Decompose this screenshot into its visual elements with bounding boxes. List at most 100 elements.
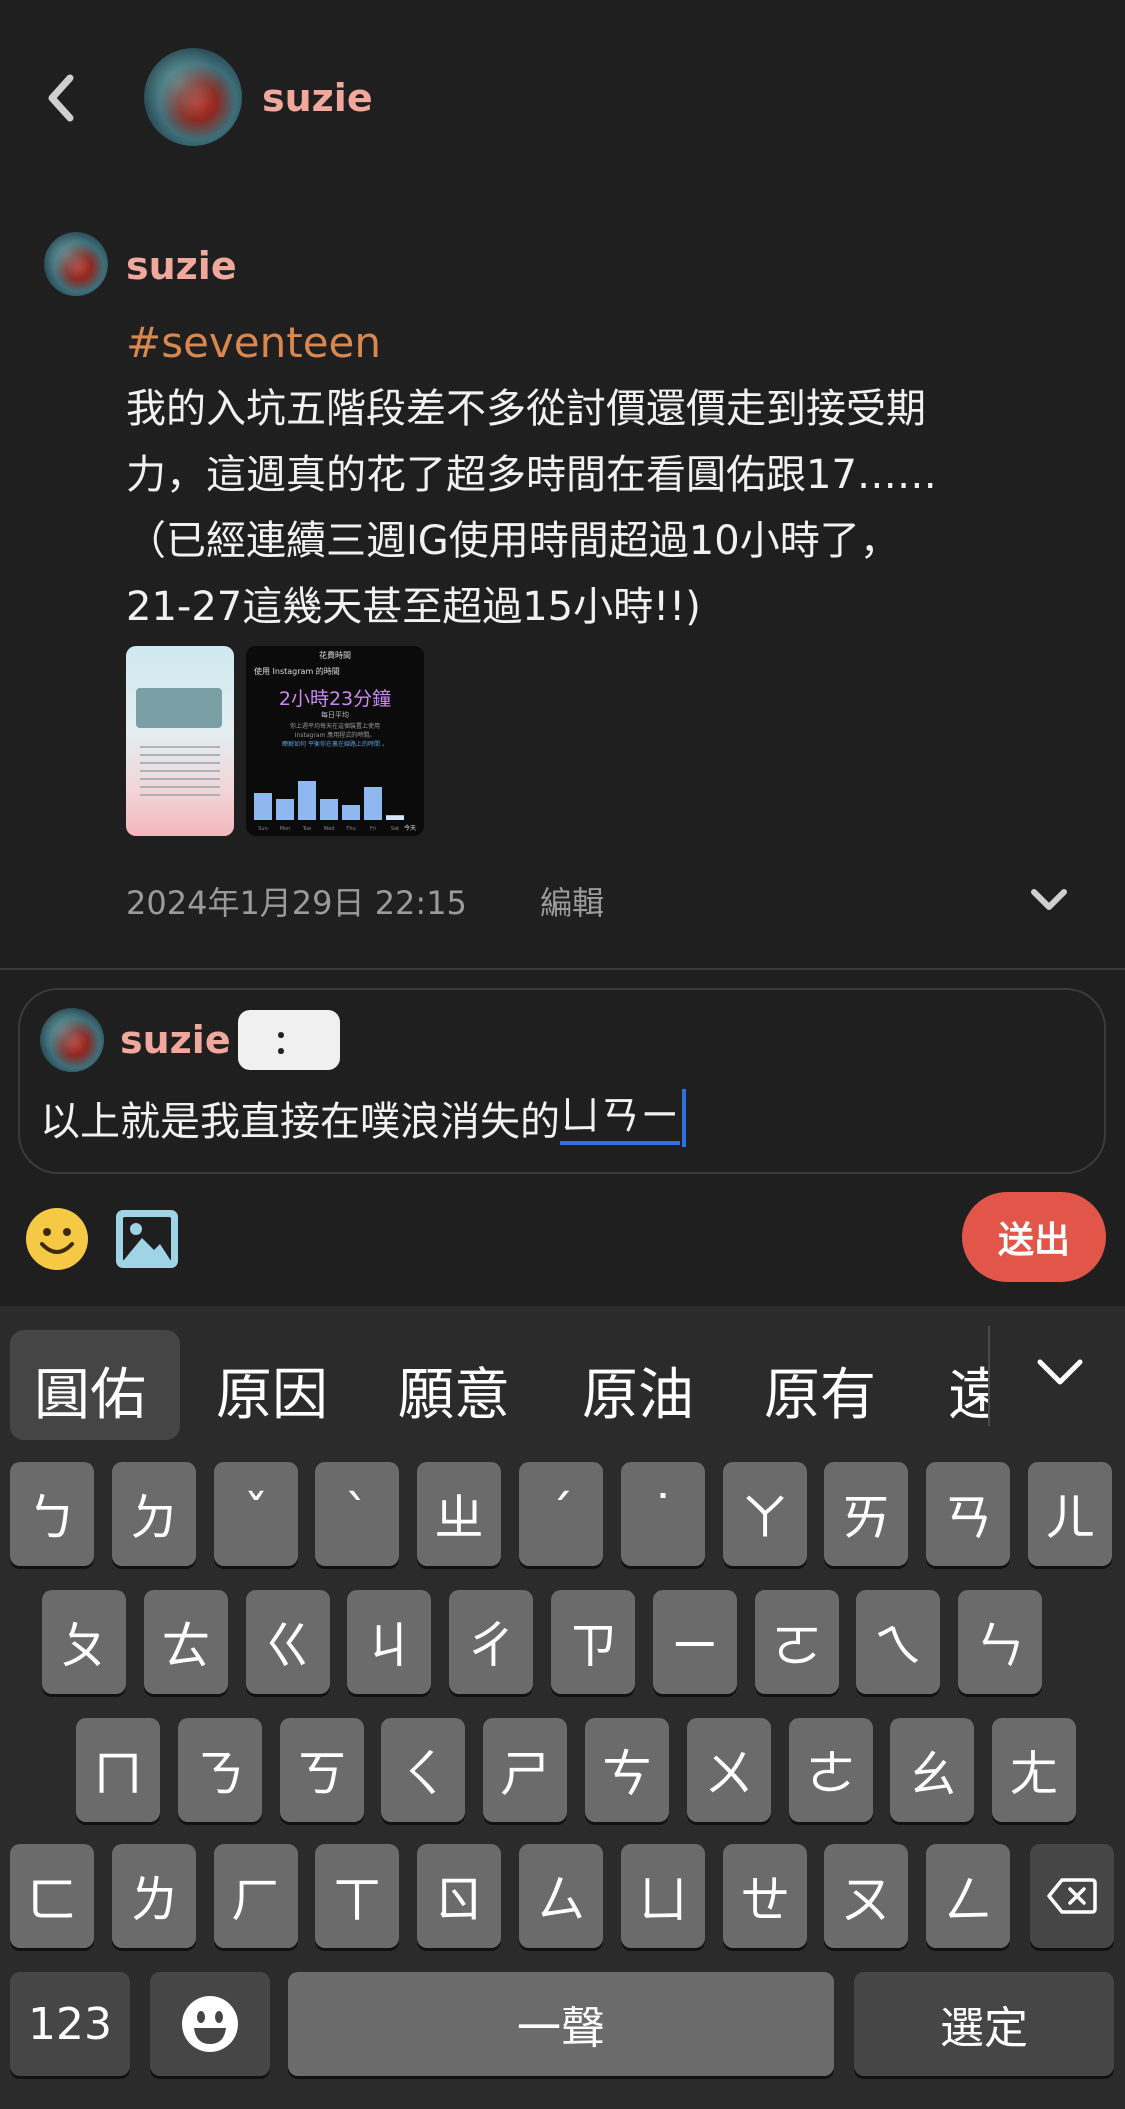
select-key-label: 選定 <box>940 2003 1028 2054</box>
chevron-down-icon <box>1037 1359 1083 1385</box>
usage-day-label: Sun <box>258 826 268 832</box>
bopomofo-key[interactable]: ㄍ <box>246 1590 330 1694</box>
bopomofo-key[interactable]: ㄛ <box>755 1590 839 1694</box>
smiley-icon <box>26 1208 88 1270</box>
candidate-word[interactable]: 原油 <box>582 1350 694 1431</box>
candidate-word[interactable]: 願意 <box>398 1350 510 1431</box>
text-cursor <box>682 1089 686 1147</box>
bopomofo-key[interactable]: ˊ <box>519 1462 603 1566</box>
bopomofo-key[interactable]: ㄅ <box>10 1462 94 1566</box>
bopomofo-key[interactable]: ˋ <box>315 1462 399 1566</box>
bopomofo-key[interactable]: ㄦ <box>1028 1462 1112 1566</box>
usage-bar <box>320 799 338 820</box>
qualifier-button[interactable]: ： <box>238 1010 340 1070</box>
candidate-word[interactable]: 遠 <box>948 1350 988 1431</box>
chevron-down-icon <box>1031 889 1067 910</box>
select-key[interactable]: 選定 <box>854 1972 1114 2076</box>
usage-day-label: Mon <box>280 826 291 832</box>
header-avatar[interactable] <box>144 48 242 146</box>
bopomofo-key[interactable]: ㄢ <box>926 1462 1010 1566</box>
bopomofo-key[interactable]: ㄠ <box>890 1718 974 1822</box>
bopomofo-key[interactable]: ㄉ <box>112 1462 196 1566</box>
usage-bar-chart: Sun Mon Tue Wed Thu Fri Sat 今天 <box>254 781 416 832</box>
post-text: 我的入坑五階段差不多從討價還價走到接受期 力，這週真的花了超多時間在看圓佑跟17… <box>126 376 1086 640</box>
post-line: 21-27這幾天甚至超過15小時!!) <box>126 584 701 630</box>
bopomofo-key[interactable]: ㄙ <box>519 1844 603 1948</box>
candidate-word[interactable]: 原因 <box>216 1350 328 1431</box>
image-attach-button[interactable] <box>114 1208 180 1270</box>
bopomofo-key[interactable]: ㄑ <box>381 1718 465 1822</box>
header-username[interactable]: suzie <box>262 76 373 120</box>
bopomofo-key[interactable]: ㄓ <box>417 1462 501 1566</box>
emoji-icon <box>182 1996 238 2052</box>
usage-bar <box>298 781 316 820</box>
post-image-thumbnail-2[interactable]: 花費時間 使用 Instagram 的時間 2小時23分鐘 每日平均 你上週平均… <box>246 646 424 836</box>
candidate-word[interactable]: 原有 <box>764 1350 876 1431</box>
usage-day-label: Thu <box>345 826 355 832</box>
usage-bar <box>276 799 294 820</box>
usage-day-label: Wed <box>324 826 335 832</box>
bopomofo-key[interactable]: ㄋ <box>178 1718 262 1822</box>
numbers-key[interactable]: 123 <box>10 1972 130 2076</box>
bopomofo-key[interactable]: ㄧ <box>653 1590 737 1694</box>
back-button[interactable] <box>40 68 84 128</box>
bopomofo-key[interactable]: ㄥ <box>926 1844 1010 1948</box>
backspace-key[interactable] <box>1030 1844 1114 1948</box>
post-line: （已經連續三週IG使用時間超過10小時了， <box>126 518 900 564</box>
send-label: 送出 <box>997 1220 1070 1261</box>
bopomofo-key[interactable]: ㄚ <box>723 1462 807 1566</box>
bopomofo-key[interactable]: ㄎ <box>280 1718 364 1822</box>
send-button[interactable]: 送出 <box>962 1192 1106 1282</box>
bopomofo-key[interactable]: ㄜ <box>789 1718 873 1822</box>
expand-button[interactable] <box>1026 880 1072 920</box>
expand-candidates-button[interactable] <box>1030 1350 1090 1396</box>
bopomofo-key[interactable]: ㄗ <box>551 1590 635 1694</box>
bopomofo-key[interactable]: ㄘ <box>585 1718 669 1822</box>
bopomofo-key[interactable]: ㄈ <box>10 1844 94 1948</box>
backspace-icon <box>1047 1878 1097 1914</box>
divider <box>0 968 1125 970</box>
bopomofo-key[interactable]: ㄐ <box>347 1590 431 1694</box>
post-hashtag[interactable]: #seventeen <box>126 318 381 367</box>
reply-text-input[interactable]: 以上就是我直接在噗浪消失的 ㄩㄢㄧ <box>40 1088 686 1148</box>
bopomofo-key[interactable]: ㄣ <box>958 1590 1042 1694</box>
bopomofo-key[interactable]: ㄇ <box>76 1718 160 1822</box>
bopomofo-key[interactable]: ㄒ <box>315 1844 399 1948</box>
reply-text: 以上就是我直接在噗浪消失的 <box>40 1099 560 1145</box>
bopomofo-key[interactable]: ˇ <box>214 1462 298 1566</box>
bopomofo-key[interactable]: ㄨ <box>687 1718 771 1822</box>
usage-day-label: Tue <box>302 826 312 832</box>
bopomofo-key[interactable]: ㄡ <box>824 1844 908 1948</box>
candidate-separator <box>988 1326 990 1426</box>
numbers-key-label: 123 <box>28 1998 112 2050</box>
thumbnail-text-block <box>140 746 220 796</box>
emoji-picker-button[interactable] <box>24 1206 90 1272</box>
post-timestamp: 2024年1月29日 22:15 <box>126 884 467 922</box>
bopomofo-key[interactable]: ㄞ <box>824 1462 908 1566</box>
reply-username: suzie <box>120 1018 231 1062</box>
candidate-word[interactable]: 圓佑 <box>34 1350 146 1431</box>
edit-link[interactable]: 編輯 <box>540 878 604 924</box>
usage-bar <box>342 805 360 820</box>
bopomofo-key[interactable]: ㄏ <box>214 1844 298 1948</box>
bopomofo-key[interactable]: ㄤ <box>992 1718 1076 1822</box>
bopomofo-key[interactable]: ㄊ <box>144 1590 228 1694</box>
bopomofo-key[interactable]: ㄔ <box>449 1590 533 1694</box>
post-image-thumbnail-1[interactable] <box>126 646 234 836</box>
bopomofo-key[interactable]: ㄌ <box>112 1844 196 1948</box>
bopomofo-key[interactable]: ˙ <box>621 1462 705 1566</box>
composing-text: ㄩㄢㄧ <box>560 1091 680 1145</box>
emoji-keyboard-key[interactable] <box>150 1972 270 2076</box>
space-key[interactable]: 一聲 <box>288 1972 834 2076</box>
bopomofo-key[interactable]: ㄩ <box>621 1844 705 1948</box>
post-line: 力，這週真的花了超多時間在看圓佑跟17…… <box>126 452 937 498</box>
bopomofo-key[interactable]: ㄕ <box>483 1718 567 1822</box>
bopomofo-key[interactable]: ㄟ <box>856 1590 940 1694</box>
post-avatar[interactable] <box>44 232 108 296</box>
usage-bar <box>364 787 382 820</box>
bopomofo-key[interactable]: ㄆ <box>42 1590 126 1694</box>
bopomofo-key[interactable]: ㄝ <box>723 1844 807 1948</box>
space-key-label: 一聲 <box>517 2003 605 2054</box>
post-username[interactable]: suzie <box>126 244 237 288</box>
bopomofo-key[interactable]: ㄖ <box>417 1844 501 1948</box>
